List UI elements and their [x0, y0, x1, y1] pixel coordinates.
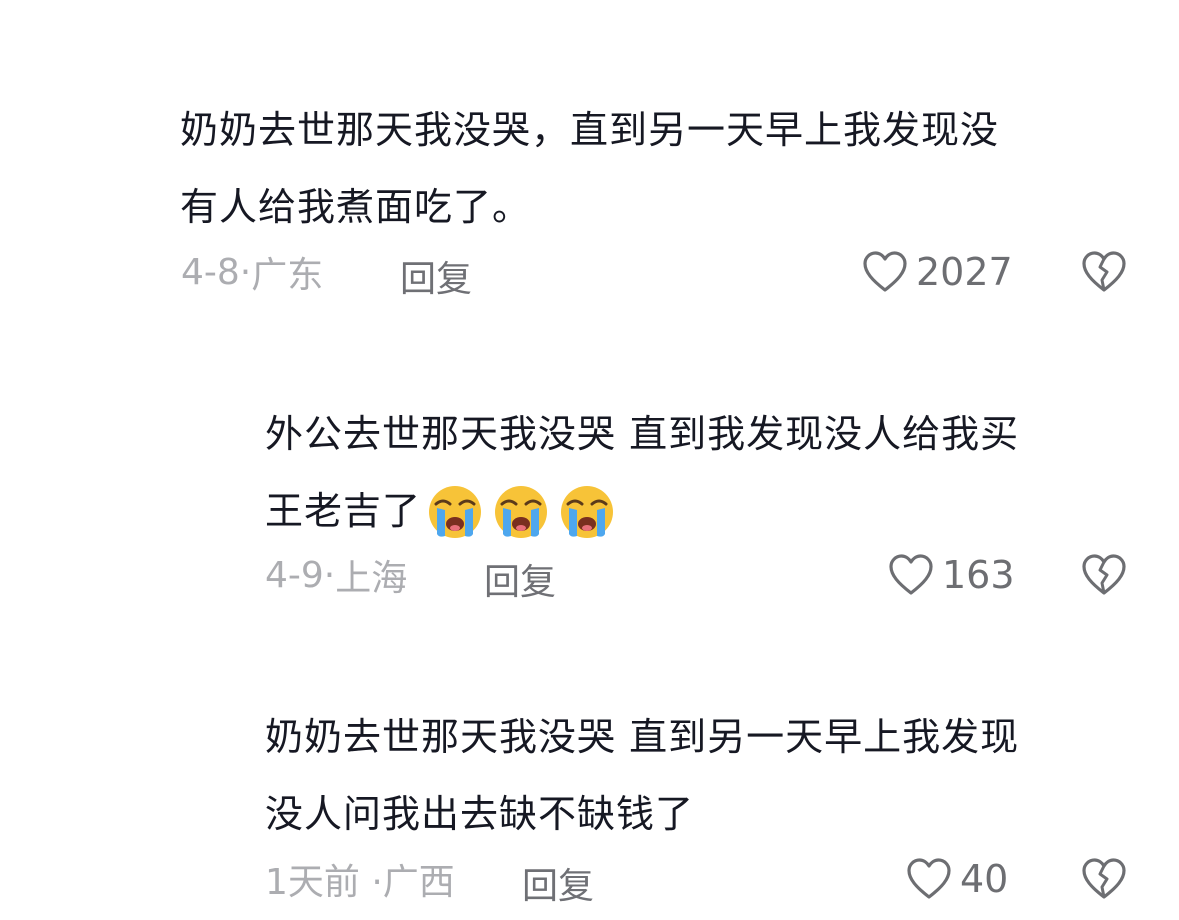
broken-heart-icon[interactable]	[1081, 553, 1127, 597]
comment-text-line: 奶奶去世那天我没哭，直到另一天早上我发现没	[180, 108, 1000, 152]
comment-meta: 4-8· 广东	[181, 242, 323, 302]
comment-item: 奶奶去世那天我没哭，直到另一天早上我发现没 有人给我煮面吃了。 4-8· 广东 …	[0, 0, 1179, 320]
like-count: 163	[942, 553, 1015, 597]
comment-text-line: 没人问我出去缺不缺钱了	[265, 792, 695, 836]
reply-button[interactable]: 回复	[400, 250, 472, 302]
like-count: 2027	[916, 250, 1013, 294]
comment-text-line: 王老吉了	[265, 489, 422, 533]
comment-text-line: 外公去世那天我没哭 直到我发现没人给我买	[265, 412, 1020, 456]
comment-text-line: 有人给我煮面吃了。	[180, 185, 532, 229]
like-button[interactable]: 2027	[862, 242, 1013, 302]
comment-date: 4-9·	[265, 554, 336, 596]
crying-face-emoji	[493, 484, 549, 540]
reply-comment-item: 外公去世那天我没哭 直到我发现没人给我买 王老吉了 4-9· 上海 回复 163	[0, 330, 1179, 620]
broken-heart-icon[interactable]	[1081, 857, 1127, 901]
heart-outline-icon	[888, 553, 934, 597]
broken-heart-icon[interactable]	[1081, 250, 1127, 294]
heart-outline-icon	[862, 250, 908, 294]
reply-button[interactable]: 回复	[484, 553, 556, 605]
like-button[interactable]: 163	[888, 545, 1015, 605]
like-button[interactable]: 40	[906, 849, 1008, 909]
crying-face-emoji	[559, 484, 615, 540]
comment-meta: 4-9· 上海	[265, 545, 407, 605]
comment-location: 广西	[382, 862, 455, 903]
heart-outline-icon	[906, 857, 952, 901]
comment-location: 上海	[335, 558, 408, 599]
reply-comment-item: 奶奶去世那天我没哭 直到另一天早上我发现 没人问我出去缺不缺钱了 1天前 · 广…	[0, 630, 1179, 920]
comment-meta: 1天前 · 广西	[265, 849, 455, 909]
like-count: 40	[960, 857, 1009, 901]
reply-button[interactable]: 回复	[522, 857, 594, 909]
comment-text-line: 奶奶去世那天我没哭 直到另一天早上我发现	[265, 715, 1020, 759]
comment-date: 1天前 ·	[265, 862, 383, 903]
comment-date: 4-8·	[181, 251, 252, 293]
comment-location: 广东	[251, 255, 324, 296]
crying-face-emoji	[427, 484, 483, 540]
comment-text-line-with-emoji: 王老吉了	[265, 473, 625, 550]
